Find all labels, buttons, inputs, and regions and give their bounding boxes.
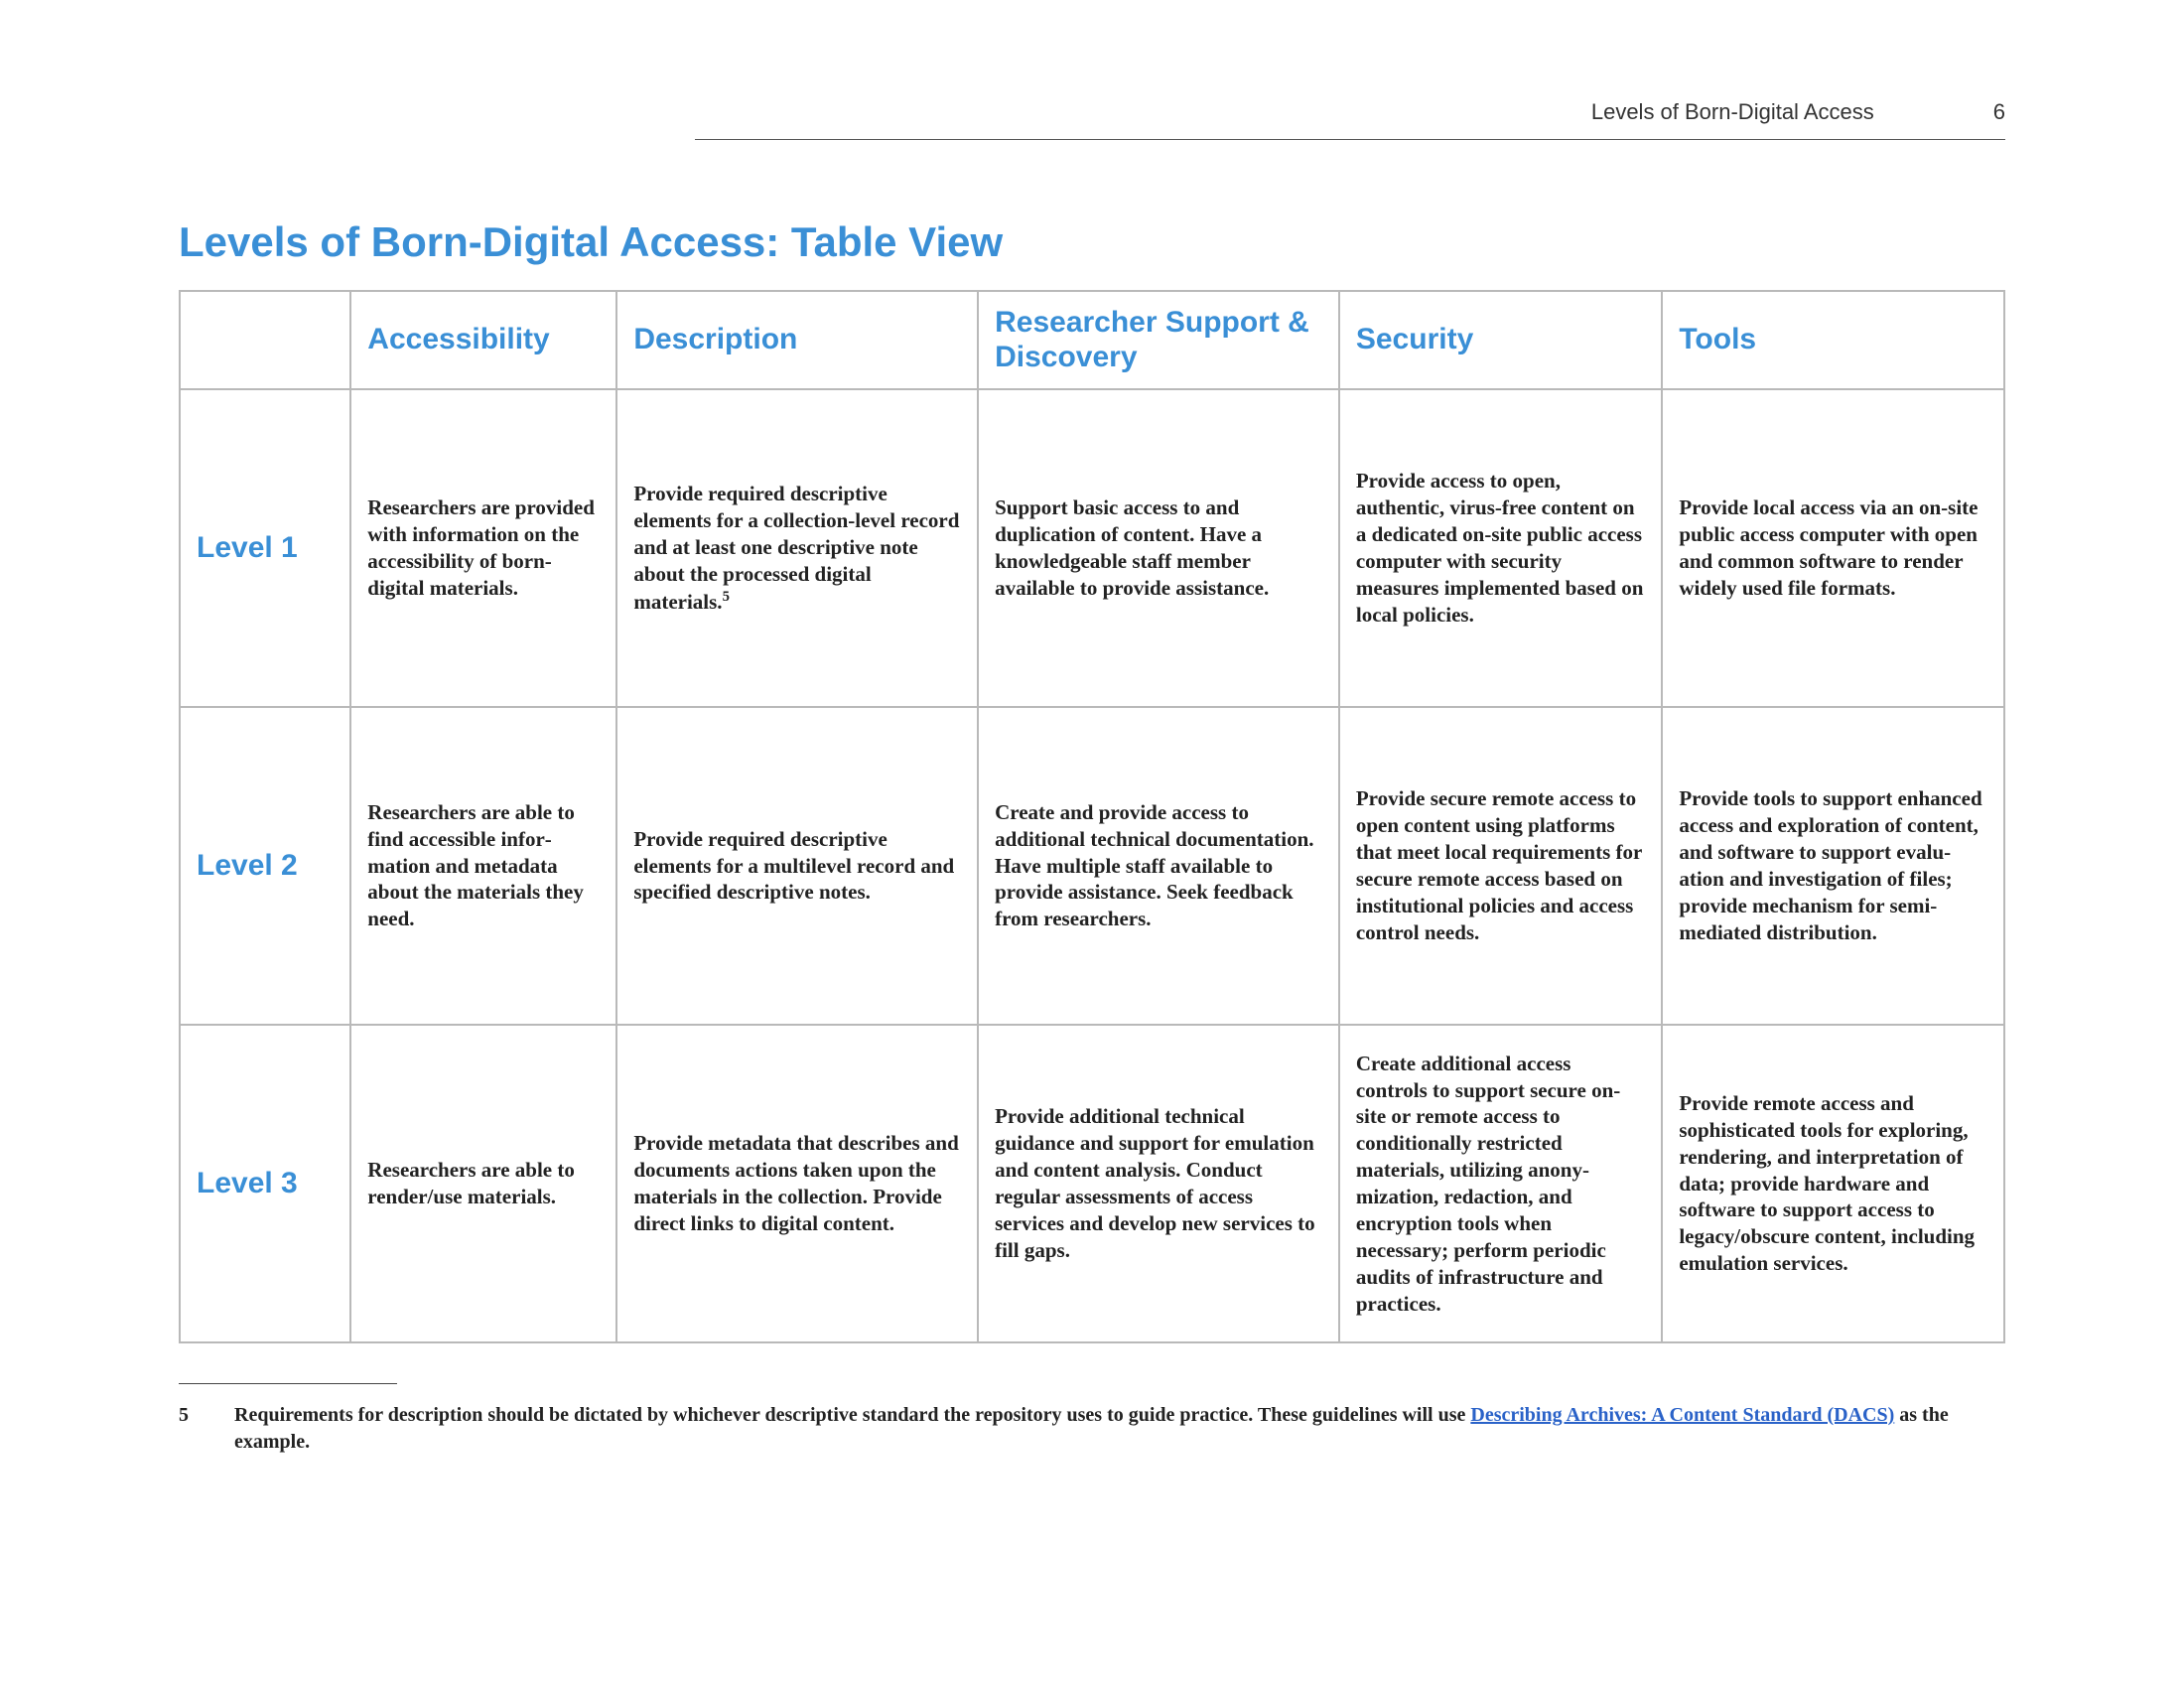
page-title: Levels of Born-Digital Access: Table Vie… (179, 218, 2005, 266)
levels-table: Accessibility Description Researcher Sup… (179, 290, 2005, 1343)
col-header-tools: Tools (1662, 291, 2004, 389)
table-row: Level 2 Researchers are able to find acc… (180, 707, 2004, 1025)
running-title: Levels of Born-Digital Access (1591, 99, 1874, 125)
col-header-description: Description (616, 291, 978, 389)
row-header-level-3: Level 3 (180, 1025, 350, 1342)
row-header-level-2: Level 2 (180, 707, 350, 1025)
table-row: Level 1 Researchers are pro­vided with i… (180, 389, 2004, 707)
table-corner-cell (180, 291, 350, 389)
cell-l1-description: Provide required descriptive elements fo… (616, 389, 978, 707)
cell-text: Provide required descriptive elements fo… (633, 482, 959, 614)
col-header-researcher: Researcher Support & Discovery (978, 291, 1339, 389)
footnote-5: 5 Requirements for description should be… (179, 1402, 2005, 1456)
cell-l1-accessibility: Researchers are pro­vided with informati… (350, 389, 616, 707)
footnote-ref-5: 5 (723, 589, 730, 605)
cell-l3-security: Create additional access controls to sup… (1339, 1025, 1662, 1342)
running-header: Levels of Born-Digital Access 6 (695, 99, 2005, 139)
cell-l3-tools: Provide remote access and sophisticated … (1662, 1025, 2004, 1342)
cell-l3-accessibility: Researchers are able to render/use mater… (350, 1025, 616, 1342)
footnote-rule (179, 1383, 397, 1384)
footnote-link-dacs[interactable]: Describing Archives: A Content Standard … (1470, 1404, 1894, 1426)
cell-l3-researcher: Provide additional technical guidance an… (978, 1025, 1339, 1342)
table-header-row: Accessibility Description Researcher Sup… (180, 291, 2004, 389)
cell-l2-security: Provide secure remote ac­cess to open co… (1339, 707, 1662, 1025)
cell-l2-researcher: Create and provide access to additional … (978, 707, 1339, 1025)
page: Levels of Born-Digital Access 6 Levels o… (0, 0, 2184, 1688)
cell-l1-researcher: Support basic access to and duplication … (978, 389, 1339, 707)
header-rule (695, 139, 2005, 140)
cell-l2-description: Provide required descriptive elements fo… (616, 707, 978, 1025)
cell-l2-tools: Provide tools to support enhanced access… (1662, 707, 2004, 1025)
cell-l2-accessibility: Researchers are able to find accessible … (350, 707, 616, 1025)
footnote-body: Requirements for description should be d… (234, 1402, 2005, 1456)
cell-l3-description: Provide metadata that describes and docu… (616, 1025, 978, 1342)
col-header-security: Security (1339, 291, 1662, 389)
cell-l1-tools: Provide local access via an on-site publ… (1662, 389, 2004, 707)
footnote-marker: 5 (179, 1402, 195, 1456)
page-number: 6 (1993, 99, 2005, 125)
row-header-level-1: Level 1 (180, 389, 350, 707)
col-header-accessibility: Accessibility (350, 291, 616, 389)
footnote-text-pre: Requirements for description should be d… (234, 1404, 1470, 1426)
cell-l1-security: Provide access to open, authentic, virus… (1339, 389, 1662, 707)
table-row: Level 3 Researchers are able to render/u… (180, 1025, 2004, 1342)
